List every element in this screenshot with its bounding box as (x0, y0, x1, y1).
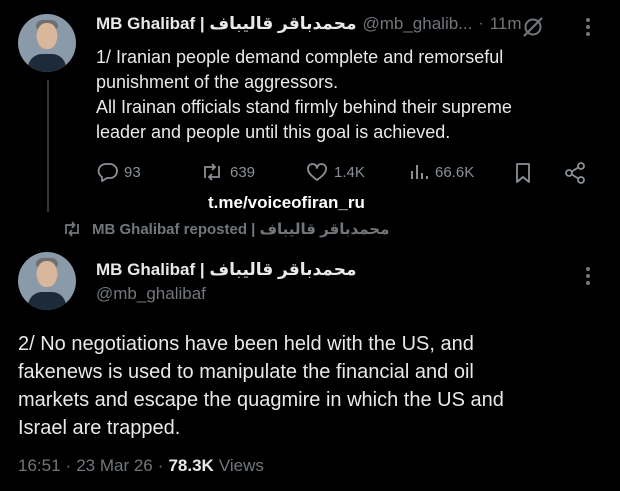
display-name[interactable]: MB Ghalibaf | محمدباقر قالیباف (96, 260, 356, 280)
repost-icon (200, 162, 224, 182)
timestamp[interactable]: 11m (490, 14, 522, 34)
like-button[interactable]: 1.4K (306, 162, 365, 182)
repost-banner-label[interactable]: MB Ghalibaf reposted | محمدباقر قالیباف (92, 220, 389, 238)
views-count: 66.6K (435, 163, 475, 181)
handle[interactable]: @mb_ghalibaf (96, 284, 206, 304)
tweet-line: 2/ No negotiations have been held with t… (18, 333, 474, 355)
handle[interactable]: @mb_ghalib... (362, 14, 472, 34)
tweet-line: All Irainan officials stand firmly behin… (96, 97, 512, 117)
share-icon[interactable] (563, 161, 587, 185)
reply-count: 93 (124, 163, 141, 181)
tweet-text: 1/ Iranian people demand complete and re… (96, 45, 596, 145)
tweet-meta: 16:51 · 23 Mar 26 · 78.3K Views (18, 456, 264, 476)
separator-dot: · (65, 456, 72, 475)
separator-dot: · (478, 15, 484, 32)
tweet-line: fakenews is used to manipulate the finan… (18, 361, 474, 383)
tweet-text: 2/ No negotiations have been held with t… (18, 330, 608, 442)
views-label: Views (218, 456, 264, 475)
separator-dot: · (157, 456, 164, 475)
like-count: 1.4K (334, 163, 365, 181)
thread-line (47, 80, 49, 212)
tweet-line: leader and people until this goal is ach… (96, 122, 451, 142)
tweet-line: Israel are trapped. (18, 417, 181, 439)
reply-icon (96, 162, 118, 182)
repost-button[interactable]: 639 (200, 162, 255, 182)
tweet-date[interactable]: 23 Mar 26 (76, 456, 153, 476)
repost-count: 639 (230, 163, 256, 181)
repost-banner: MB Ghalibaf reposted | محمدباقر قالیباف (62, 220, 389, 238)
tweet-time[interactable]: 16:51 (18, 456, 61, 476)
views-count: 78.3K (168, 456, 214, 475)
tweet-line: punishment of the aggressors. (96, 72, 339, 92)
bookmark-icon[interactable] (514, 162, 532, 184)
more-icon[interactable] (585, 16, 591, 38)
views-icon (409, 162, 429, 182)
more-icon[interactable] (585, 265, 591, 287)
watermark-text: t.me/voiceofiran_ru (208, 193, 365, 212)
like-icon (306, 162, 328, 182)
tweet-header: MB Ghalibaf | محمدباقر قالیباف @mb_ghali… (96, 14, 522, 34)
reply-button[interactable]: 93 (96, 162, 141, 182)
views-button[interactable]: 66.6K (409, 162, 474, 182)
repost-icon (62, 221, 82, 237)
avatar[interactable] (18, 14, 76, 72)
grok-icon[interactable] (521, 16, 545, 38)
tweet-line: markets and escape the quagmire in which… (18, 389, 504, 411)
avatar[interactable] (18, 252, 76, 310)
display-name[interactable]: MB Ghalibaf | محمدباقر قالیباف (96, 14, 356, 34)
tweet-line: 1/ Iranian people demand complete and re… (96, 47, 504, 67)
